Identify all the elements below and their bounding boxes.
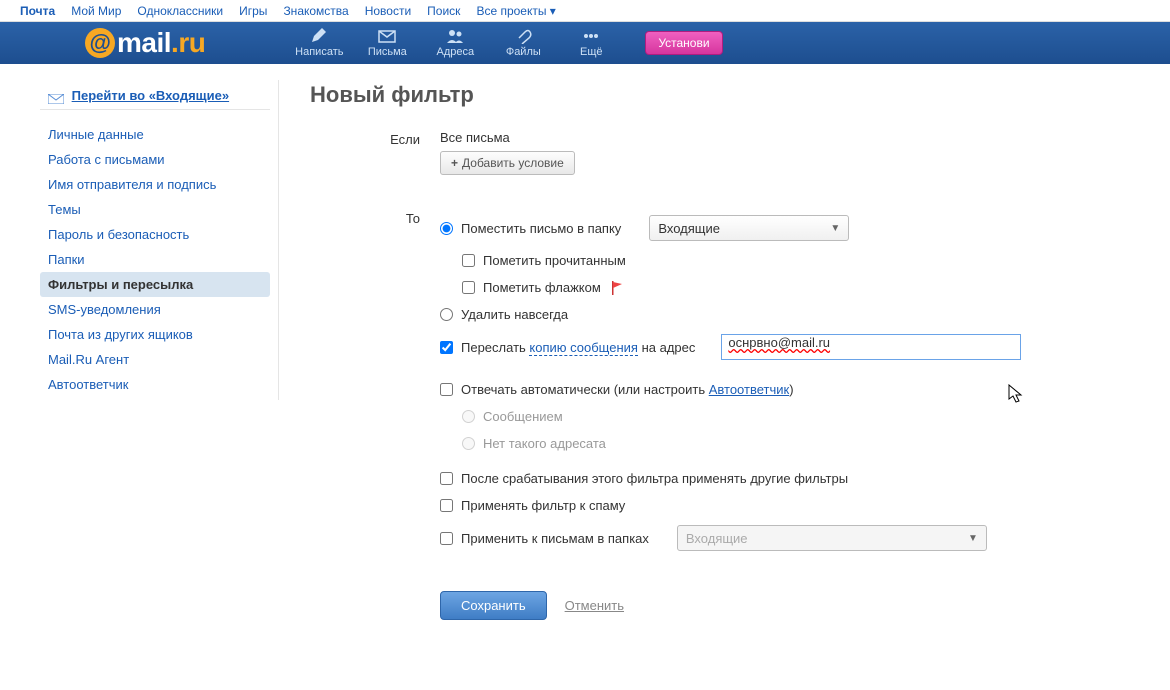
chevron-down-icon: ▼	[968, 533, 978, 544]
folder-select[interactable]: Входящие ▼	[649, 215, 849, 241]
sidebar-item-sender[interactable]: Имя отправителя и подпись	[40, 172, 270, 197]
topnav-link[interactable]: Игры	[239, 4, 267, 18]
save-button[interactable]: Сохранить	[440, 591, 547, 620]
sidebar-item-sms[interactable]: SMS-уведомления	[40, 297, 270, 322]
sidebar-item-external[interactable]: Почта из других ящиков	[40, 322, 270, 347]
compose-button[interactable]: Написать	[285, 28, 353, 58]
contacts-button[interactable]: Адреса	[421, 28, 489, 58]
topnav-link[interactable]: Мой Мир	[71, 4, 121, 18]
sidebar-item-themes[interactable]: Темы	[40, 197, 270, 222]
sidebar-item-filters[interactable]: Фильтры и пересылка	[40, 272, 270, 297]
label-then: То	[310, 209, 440, 226]
check-after[interactable]	[440, 472, 453, 485]
top-nav: Почта Мой Мир Одноклассники Игры Знакомс…	[0, 0, 1170, 22]
logo[interactable]: @mail.ru	[85, 27, 205, 59]
radio-move[interactable]	[440, 222, 453, 235]
label-mark-flag: Пометить флажком	[483, 280, 601, 295]
logo-at-icon: @	[85, 28, 115, 58]
people-icon	[446, 28, 464, 44]
sidebar-item-agent[interactable]: Mail.Ru Агент	[40, 347, 270, 372]
goto-inbox[interactable]: Перейти во «Входящие»	[40, 82, 270, 110]
topnav-link[interactable]: Поиск	[427, 4, 460, 18]
header-nav: Написать Письма Адреса Файлы Ещё	[285, 28, 625, 58]
install-button[interactable]: Установи	[645, 31, 722, 55]
mail-button[interactable]: Письма	[353, 28, 421, 58]
page-title: Новый фильтр	[310, 82, 1170, 108]
topnav-link[interactable]: Знакомства	[283, 4, 348, 18]
autoresponder-link[interactable]: Автоответчик	[709, 382, 789, 397]
label-move: Поместить письмо в папку	[461, 221, 621, 236]
files-button[interactable]: Файлы	[489, 28, 557, 58]
label-after: После срабатывания этого фильтра применя…	[461, 471, 848, 486]
sidebar-item-personal[interactable]: Личные данные	[40, 122, 270, 147]
add-condition-button[interactable]: +Добавить условие	[440, 151, 575, 175]
label-apply-folders: Применить к письмам в папках	[461, 531, 649, 546]
condition-all: Все письма	[440, 130, 1170, 145]
chevron-down-icon: ▼	[830, 223, 840, 234]
topnav-link[interactable]: Почта	[20, 4, 55, 18]
sidebar: Перейти во «Входящие» Личные данные Рабо…	[40, 82, 280, 628]
cancel-link[interactable]: Отменить	[565, 598, 624, 613]
topnav-link[interactable]: Одноклассники	[137, 4, 223, 18]
header: @mail.ru Написать Письма Адреса Файлы Ещ…	[0, 22, 1170, 64]
clip-icon	[514, 28, 532, 44]
label-autoreply-noaddr: Нет такого адресата	[483, 436, 606, 451]
forward-email-input[interactable]: оснрвно@mail.ru	[721, 334, 1021, 360]
check-mark-flag[interactable]	[462, 281, 475, 294]
check-mark-read[interactable]	[462, 254, 475, 267]
topnav-link[interactable]: Новости	[365, 4, 411, 18]
envelope-icon	[378, 28, 396, 44]
label-autoreply-msg: Сообщением	[483, 409, 563, 424]
dots-icon	[582, 28, 600, 44]
label-spam: Применять фильтр к спаму	[461, 498, 625, 513]
envelope-icon	[48, 92, 64, 102]
label-mark-read: Пометить прочитанным	[483, 253, 626, 268]
check-spam[interactable]	[440, 499, 453, 512]
sidebar-item-security[interactable]: Пароль и безопасность	[40, 222, 270, 247]
sidebar-item-folders[interactable]: Папки	[40, 247, 270, 272]
radio-delete[interactable]	[440, 308, 453, 321]
more-button[interactable]: Ещё	[557, 28, 625, 58]
check-apply-folders[interactable]	[440, 532, 453, 545]
check-forward[interactable]	[440, 341, 453, 354]
forward-copy-link[interactable]: копию сообщения	[529, 340, 638, 356]
flag-icon	[611, 281, 623, 295]
sidebar-item-mailwork[interactable]: Работа с письмами	[40, 147, 270, 172]
sidebar-item-autoreply[interactable]: Автоответчик	[40, 372, 270, 397]
label-if: Если	[310, 130, 440, 147]
content: Новый фильтр Если Все письма +Добавить у…	[280, 82, 1170, 628]
topnav-link[interactable]: Все проекты ▾	[476, 4, 555, 18]
label-autoreply: Отвечать автоматически (или настроить Ав…	[461, 382, 794, 397]
radio-autoreply-noaddr	[462, 437, 475, 450]
label-delete: Удалить навсегда	[461, 307, 568, 322]
check-autoreply[interactable]	[440, 383, 453, 396]
radio-autoreply-msg	[462, 410, 475, 423]
apply-folder-select: Входящие ▼	[677, 525, 987, 551]
label-forward: Переслать копию сообщения на адрес	[461, 340, 695, 355]
pencil-icon	[310, 28, 328, 44]
